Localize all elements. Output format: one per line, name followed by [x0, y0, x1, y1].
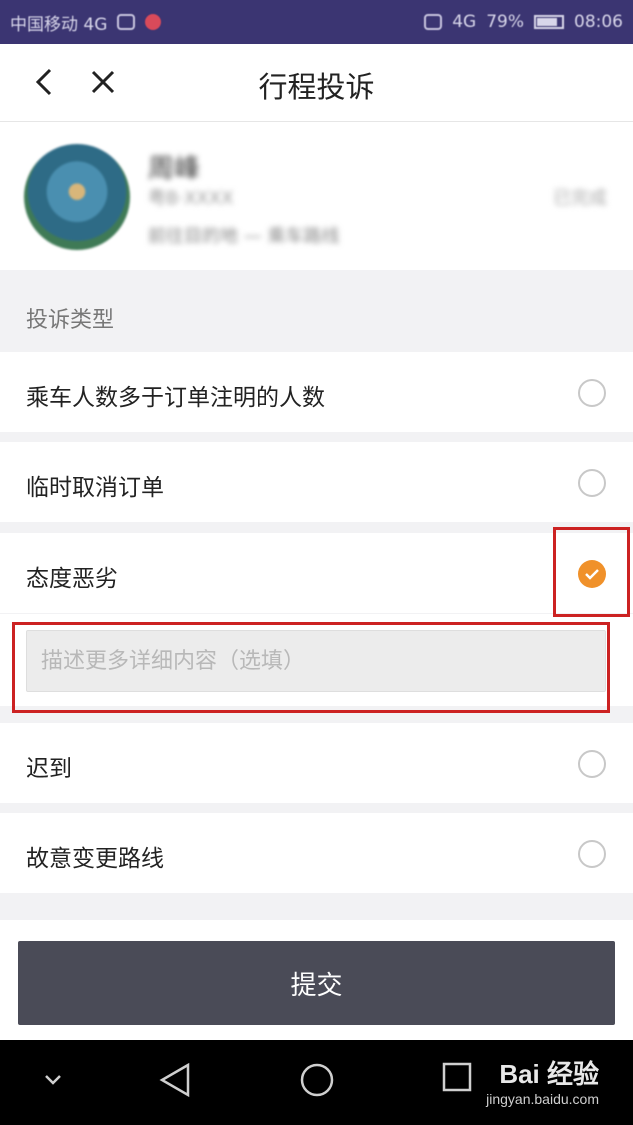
complaint-option[interactable]: 故意变更路线 [0, 813, 633, 893]
alarm-icon [424, 14, 443, 30]
app-badge-icon [145, 14, 162, 30]
network-type: 4G [452, 12, 477, 32]
notification-icon [117, 14, 136, 30]
carrier-text: 中国移动 4G [10, 14, 108, 35]
radio-button[interactable] [578, 469, 606, 497]
radio-button[interactable] [578, 379, 606, 407]
highlight-box-checkbox [553, 527, 630, 617]
status-bar-right: 4G 79% 08:06 [424, 12, 623, 32]
radio-button[interactable] [578, 750, 606, 778]
complaint-option-selected[interactable]: 态度恶劣 [0, 533, 633, 613]
driver-card: 周峰 粤B·XXXX 已完成 前往目的地 — 乘车路线 [0, 122, 633, 270]
complaint-option[interactable]: 乘车人数多于订单注明的人数 [0, 352, 633, 432]
complaint-option[interactable]: 临时取消订单 [0, 442, 633, 522]
highlight-box-input [12, 622, 610, 713]
driver-plate: 粤B·XXXX [148, 188, 234, 209]
status-bar-left: 中国移动 4G [10, 10, 162, 35]
chevron-down-icon[interactable] [42, 1072, 64, 1088]
driver-name: 周峰 [148, 154, 201, 184]
trip-status: 已完成 [553, 188, 607, 209]
avatar [24, 144, 130, 250]
complaint-option[interactable]: 迟到 [0, 723, 633, 803]
watermark-url: jingyan.baidu.com [486, 1091, 599, 1107]
submit-button[interactable]: 提交 [18, 941, 615, 1025]
battery-text: 79% [486, 12, 524, 32]
watermark-brand: Bai 经验 [499, 1059, 599, 1089]
clock: 08:06 [574, 12, 623, 32]
recents-square-icon[interactable] [442, 1062, 472, 1092]
app-header: 行程投诉 [0, 44, 633, 122]
home-circle-icon[interactable] [299, 1062, 335, 1098]
bottom-bar: 提交 [0, 920, 633, 1040]
system-nav-bar: Bai 经验 jingyan.baidu.com [0, 1040, 633, 1125]
option-label: 乘车人数多于订单注明的人数 [26, 385, 325, 411]
option-label: 迟到 [26, 756, 72, 782]
option-label: 态度恶劣 [26, 566, 118, 592]
section-label: 投诉类型 [26, 308, 115, 333]
status-bar: 中国移动 4G 4G 79% 08:06 [0, 0, 633, 44]
trip-route: 前往目的地 — 乘车路线 [148, 226, 340, 247]
back-triangle-icon[interactable] [158, 1062, 192, 1098]
option-label: 故意变更路线 [26, 846, 164, 872]
page-title: 行程投诉 [258, 70, 375, 104]
baidu-watermark: Bai 经验 jingyan.baidu.com [486, 1054, 599, 1107]
option-label: 临时取消订单 [26, 475, 164, 501]
battery-icon [534, 15, 564, 29]
radio-button[interactable] [578, 840, 606, 868]
